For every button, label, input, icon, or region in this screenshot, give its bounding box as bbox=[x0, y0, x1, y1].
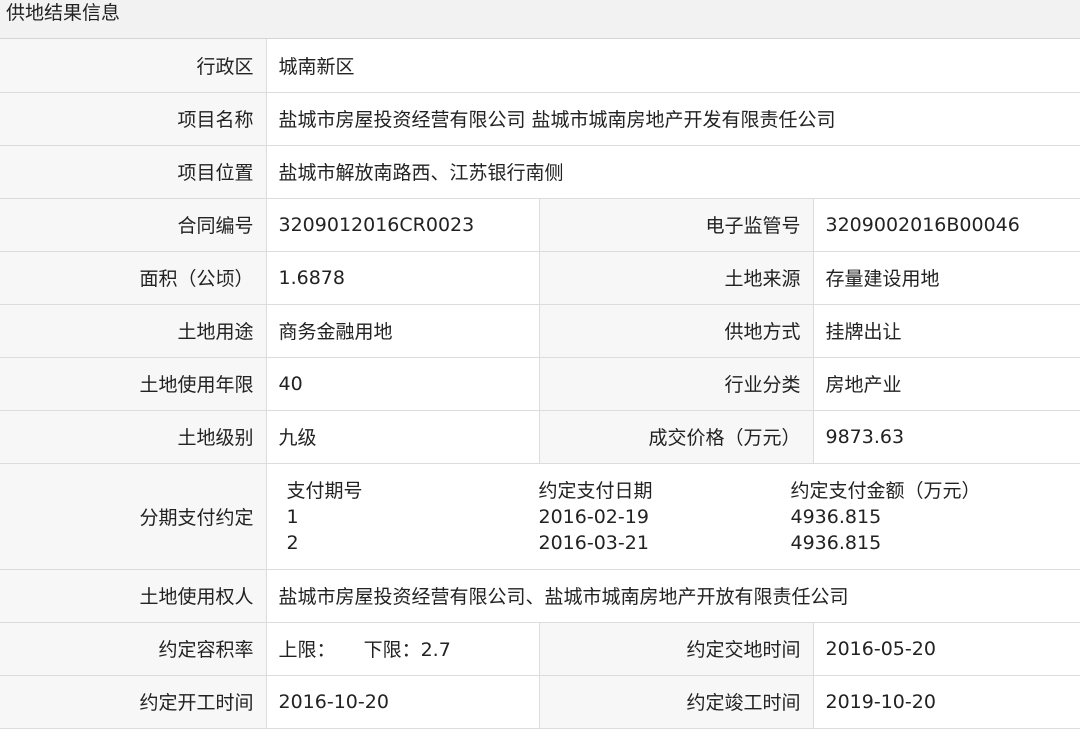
supervision-no-label: 电子监管号 bbox=[539, 198, 813, 251]
area-label: 面积（公顷） bbox=[0, 251, 266, 304]
installment-no: 1 bbox=[287, 504, 539, 530]
land-user-value: 盐城市房屋投资经营有限公司、盐城市城南房地产开放有限责任公司 bbox=[266, 569, 1080, 622]
row-project-name: 项目名称 盐城市房屋投资经营有限公司 盐城市城南房地产开发有限责任公司 bbox=[0, 92, 1080, 145]
price-value: 9873.63 bbox=[813, 410, 1080, 463]
supply-method-value: 挂牌出让 bbox=[813, 304, 1080, 357]
row-installments: 分期支付约定 支付期号 1 2 约定支付日期 2016-02-19 2016-0… bbox=[0, 463, 1080, 569]
row-contract: 合同编号 3209012016CR0023 电子监管号 3209002016B0… bbox=[0, 198, 1080, 251]
project-location-value: 盐城市解放南路西、江苏银行南侧 bbox=[266, 145, 1080, 198]
installment-date: 2016-02-19 bbox=[539, 504, 791, 530]
land-level-value: 九级 bbox=[266, 410, 539, 463]
row-use-years: 土地使用年限 40 行业分类 房地产业 bbox=[0, 357, 1080, 410]
installment-no: 2 bbox=[287, 530, 539, 556]
supervision-no-value: 3209002016B00046 bbox=[813, 198, 1080, 251]
row-land-use: 土地用途 商务金融用地 供地方式 挂牌出让 bbox=[0, 304, 1080, 357]
section-title: 供地结果信息 bbox=[6, 2, 120, 24]
installment-no-column: 支付期号 1 2 bbox=[287, 478, 539, 556]
project-location-label: 项目位置 bbox=[0, 145, 266, 198]
installment-no-header: 支付期号 bbox=[287, 478, 539, 504]
row-land-user: 土地使用权人 盐城市房屋投资经营有限公司、盐城市城南房地产开放有限责任公司 bbox=[0, 569, 1080, 622]
section-header: 供地结果信息 bbox=[0, 0, 1080, 39]
use-years-value: 40 bbox=[266, 357, 539, 410]
contract-no-label: 合同编号 bbox=[0, 198, 266, 251]
district-value: 城南新区 bbox=[266, 39, 1080, 92]
installment-amount-header: 约定支付金额（万元） bbox=[791, 478, 1043, 504]
installment-date-column: 约定支付日期 2016-02-19 2016-03-21 bbox=[539, 478, 791, 556]
land-supply-result-table: 行政区 城南新区 项目名称 盐城市房屋投资经营有限公司 盐城市城南房地产开发有限… bbox=[0, 39, 1080, 729]
area-value: 1.6878 bbox=[266, 251, 539, 304]
land-use-value: 商务金融用地 bbox=[266, 304, 539, 357]
row-land-level: 土地级别 九级 成交价格（万元） 9873.63 bbox=[0, 410, 1080, 463]
row-project-location: 项目位置 盐城市解放南路西、江苏银行南侧 bbox=[0, 145, 1080, 198]
start-date-label: 约定开工时间 bbox=[0, 675, 266, 728]
project-name-value: 盐城市房屋投资经营有限公司 盐城市城南房地产开发有限责任公司 bbox=[266, 92, 1080, 145]
price-label: 成交价格（万元） bbox=[539, 410, 813, 463]
far-label: 约定容积率 bbox=[0, 622, 266, 675]
project-name-label: 项目名称 bbox=[0, 92, 266, 145]
row-far: 约定容积率 上限： 下限：2.7 约定交地时间 2016-05-20 bbox=[0, 622, 1080, 675]
start-date-value: 2016-10-20 bbox=[266, 675, 539, 728]
industry-label: 行业分类 bbox=[539, 357, 813, 410]
contract-no-value: 3209012016CR0023 bbox=[266, 198, 539, 251]
installments-cell: 支付期号 1 2 约定支付日期 2016-02-19 2016-03-21 约定… bbox=[266, 463, 1080, 569]
installment-amount: 4936.815 bbox=[791, 504, 1043, 530]
completion-date-value: 2019-10-20 bbox=[813, 675, 1080, 728]
land-use-label: 土地用途 bbox=[0, 304, 266, 357]
land-source-label: 土地来源 bbox=[539, 251, 813, 304]
land-user-label: 土地使用权人 bbox=[0, 569, 266, 622]
far-lower-label: 下限： bbox=[364, 639, 421, 661]
industry-value: 房地产业 bbox=[813, 357, 1080, 410]
completion-date-label: 约定竣工时间 bbox=[539, 675, 813, 728]
land-level-label: 土地级别 bbox=[0, 410, 266, 463]
use-years-label: 土地使用年限 bbox=[0, 357, 266, 410]
row-dates: 约定开工时间 2016-10-20 约定竣工时间 2019-10-20 bbox=[0, 675, 1080, 728]
land-source-value: 存量建设用地 bbox=[813, 251, 1080, 304]
row-district: 行政区 城南新区 bbox=[0, 39, 1080, 92]
far-upper-label: 上限： bbox=[279, 639, 336, 661]
handover-date-label: 约定交地时间 bbox=[539, 622, 813, 675]
far-lower-value: 2.7 bbox=[421, 639, 451, 661]
handover-date-value: 2016-05-20 bbox=[813, 622, 1080, 675]
installment-amount: 4936.815 bbox=[791, 530, 1043, 556]
supply-method-label: 供地方式 bbox=[539, 304, 813, 357]
far-value: 上限： 下限：2.7 bbox=[266, 622, 539, 675]
installment-date: 2016-03-21 bbox=[539, 530, 791, 556]
installment-date-header: 约定支付日期 bbox=[539, 478, 791, 504]
district-label: 行政区 bbox=[0, 39, 266, 92]
installments-label: 分期支付约定 bbox=[0, 463, 266, 569]
installment-amount-column: 约定支付金额（万元） 4936.815 4936.815 bbox=[791, 478, 1043, 556]
row-area: 面积（公顷） 1.6878 土地来源 存量建设用地 bbox=[0, 251, 1080, 304]
installments-grid: 支付期号 1 2 约定支付日期 2016-02-19 2016-03-21 约定… bbox=[267, 478, 1080, 556]
